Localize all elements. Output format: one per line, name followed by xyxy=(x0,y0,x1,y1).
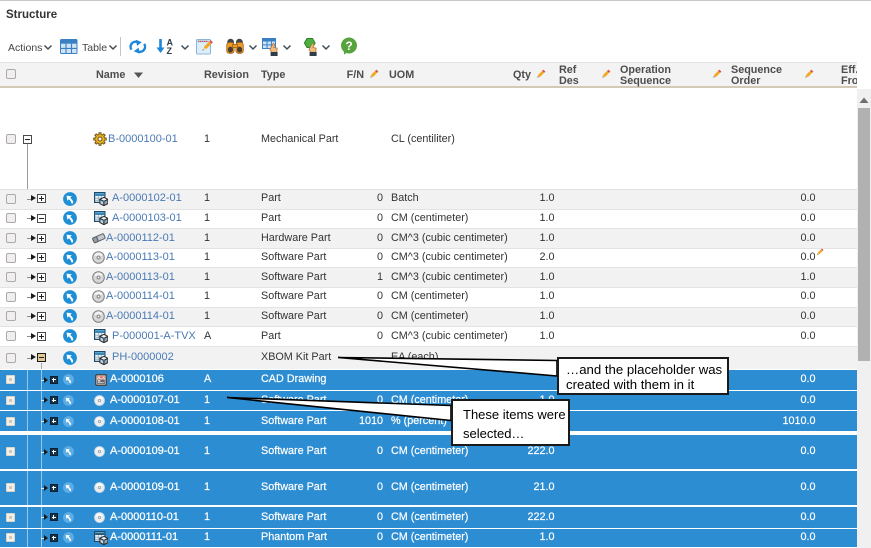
svg-text:?: ? xyxy=(345,39,352,53)
svg-text:CAD: CAD xyxy=(97,375,105,379)
svg-text:Z: Z xyxy=(167,46,173,55)
